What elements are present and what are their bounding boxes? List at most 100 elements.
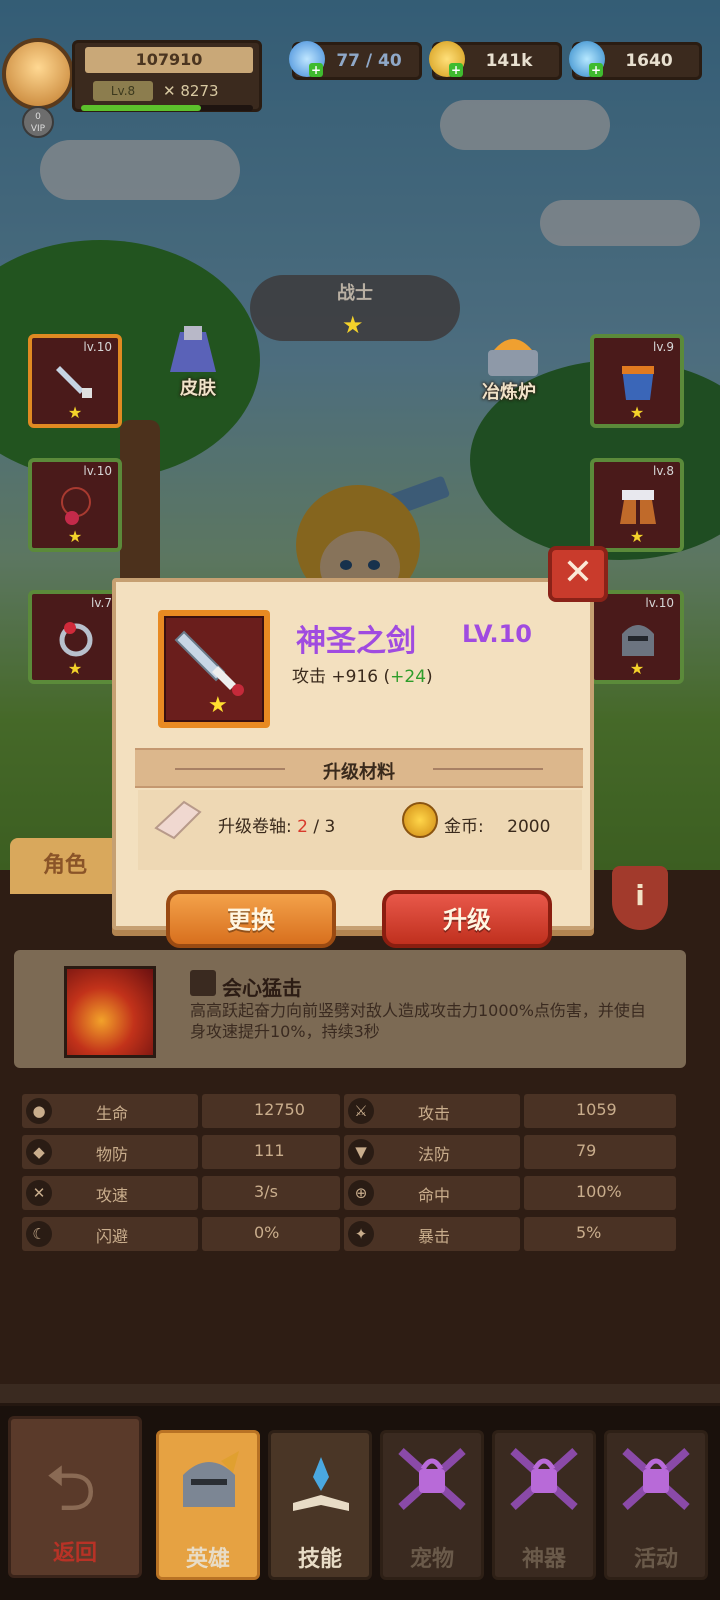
equip-slot-armor[interactable]: lv.9 ★ (590, 334, 684, 428)
stat-cell: ☾ 闪避 (22, 1217, 198, 1251)
slot-stars: ★ (67, 527, 83, 546)
item-image: ★ (164, 616, 264, 722)
shield-icon: ◆ (26, 1139, 52, 1165)
skill-icon[interactable] (64, 966, 156, 1058)
materials-row: 升级卷轴: 2 / 3 金币: 2000 (138, 790, 582, 870)
coin-requirement: 金币: 2000 (444, 812, 550, 837)
sword-icon (56, 366, 92, 398)
crossed-swords-icon: ✕ (26, 1180, 52, 1206)
helmet-icon (622, 625, 654, 656)
equip-slot-boots[interactable]: lv.8 ★ (590, 458, 684, 552)
stat-label: 攻击 (418, 1104, 451, 1123)
skin-icon[interactable] (160, 322, 226, 380)
stat-value: 100% (576, 1182, 622, 1201)
stat-cell: 79 (524, 1135, 676, 1169)
stat-cell: 3/s (202, 1176, 340, 1210)
nav-tab-event[interactable]: 活动 (604, 1430, 708, 1580)
nav-tab-hero[interactable]: 英雄 (156, 1430, 260, 1580)
item-attribute: 攻击 +916 (+24) (292, 662, 433, 687)
cloud (540, 200, 700, 246)
close-icon: ✕ (562, 552, 594, 593)
gem-counter[interactable]: + 1640 (569, 41, 702, 80)
change-button[interactable]: 更换 (166, 890, 336, 948)
skill-panel: 会心猛击 高高跃起奋力向前竖劈对敌人造成攻击力1000%点伤害，并使自身攻速提升… (14, 950, 686, 1068)
stat-cell: 100% (524, 1176, 676, 1210)
gem-value: 1640 (625, 51, 673, 71)
stat-cell: 5% (524, 1217, 676, 1251)
item-frame: ★ (158, 610, 270, 728)
stamina-value: 77 / 40 (336, 51, 402, 71)
skin-label[interactable]: 皮肤 (180, 374, 216, 400)
cloud (440, 100, 610, 150)
crossed-swords-icon: ✕ (163, 82, 176, 100)
stat-cell: ✕ 攻速 (22, 1176, 198, 1210)
stat-label: 命中 (418, 1186, 451, 1205)
plus-icon[interactable]: + (449, 63, 463, 77)
coin-icon (402, 802, 438, 838)
slot-level: lv.9 (653, 340, 674, 354)
crosshair-icon: ⊕ (348, 1180, 374, 1206)
plus-icon[interactable]: + (589, 63, 603, 77)
stat-cell: 0% (202, 1217, 340, 1251)
upgrade-button[interactable]: 升级 (382, 890, 552, 948)
nav-tab-artifact[interactable]: 神器 (492, 1430, 596, 1580)
player-level: Lv.8 (93, 81, 153, 101)
equip-slot-necklace[interactable]: lv.10 ★ (28, 458, 122, 552)
close-button[interactable]: ✕ (548, 546, 608, 602)
gold-counter[interactable]: + 141k (429, 41, 562, 80)
xp-bar (81, 105, 253, 111)
coin-label: 金币: (444, 817, 484, 837)
equip-slot-helmet[interactable]: lv.10 ★ (590, 590, 684, 684)
vip-level: 0 (35, 112, 41, 122)
info-button[interactable]: i (612, 866, 668, 930)
xp-fill (81, 105, 202, 111)
drop-icon: ● (26, 1098, 52, 1124)
vip-badge[interactable]: 0 VIP (22, 106, 54, 138)
stat-label: 攻速 (96, 1186, 129, 1205)
class-name: 战士 (337, 283, 373, 304)
back-label: 返回 (52, 1541, 97, 1566)
materials-title: 升级材料 (323, 762, 395, 783)
forge-label[interactable]: 冶炼炉 (482, 378, 536, 404)
stat-cell: ▼ 法防 (344, 1135, 520, 1169)
info-icon: i (635, 879, 645, 912)
plus-icon[interactable]: + (309, 63, 323, 77)
helmet-icon (183, 1451, 239, 1507)
attr-base: 攻击 +916 ( (292, 667, 391, 687)
nav-tab-pet[interactable]: 宠物 (380, 1430, 484, 1580)
stat-row: ☾ 闪避 0% ✦ 暴击 5% (22, 1217, 676, 1258)
slot-level: lv.7 (91, 596, 112, 610)
nav-tab-skill[interactable]: 技能 (268, 1430, 372, 1580)
stat-label: 暴击 (418, 1227, 451, 1246)
stat-value: 79 (576, 1141, 597, 1160)
stat-cell: ⊕ 命中 (344, 1176, 520, 1210)
stat-cell: 12750 (202, 1094, 340, 1128)
slot-level: lv.10 (83, 464, 112, 478)
stat-cell: ● 生命 (22, 1094, 198, 1128)
stat-label: 生命 (96, 1104, 129, 1123)
stat-value: 5% (576, 1223, 602, 1242)
player-avatar[interactable] (2, 38, 74, 110)
stat-value: 3/s (254, 1182, 278, 1201)
nav-label: 英雄 (185, 1547, 230, 1572)
necklace-icon (61, 487, 91, 525)
equip-slot-weapon[interactable]: lv.10 ★ (28, 334, 122, 428)
equip-slot-ring[interactable]: lv.7 ★ (28, 590, 122, 684)
stat-cell: ✦ 暴击 (344, 1217, 520, 1251)
nav-label: 神器 (521, 1547, 566, 1572)
stat-value: 0% (254, 1223, 280, 1242)
scroll-icon (154, 800, 202, 840)
stat-cell: 1059 (524, 1094, 676, 1128)
crit-icon: ✦ (348, 1221, 374, 1247)
stamina-counter[interactable]: + 77 / 40 (289, 41, 422, 80)
attr-suffix: ) (426, 667, 433, 687)
item-name: 神圣之剑 (296, 624, 416, 659)
stat-cell: ◆ 物防 (22, 1135, 198, 1169)
slot-stars: ★ (629, 659, 645, 678)
item-level: LV.10 (462, 620, 532, 648)
back-button[interactable]: ⮌ 返回 (8, 1416, 142, 1578)
class-banner: 战士 ★ (250, 275, 460, 341)
gold-value: 141k (485, 51, 533, 71)
slot-level: lv.8 (653, 464, 674, 478)
tab-role[interactable]: 角色 (10, 838, 120, 894)
